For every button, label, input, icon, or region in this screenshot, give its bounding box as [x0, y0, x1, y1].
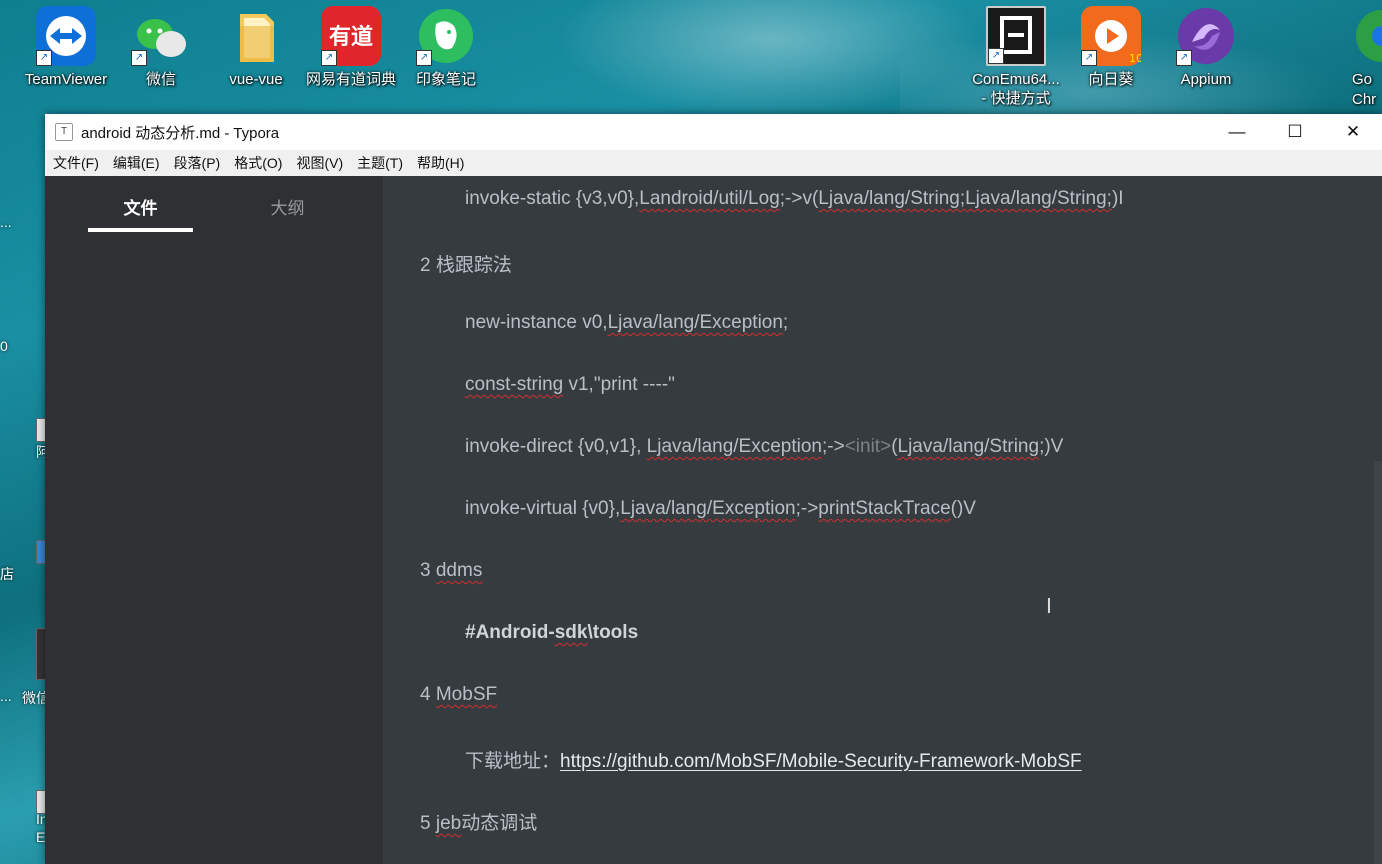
window-controls: — ☐ ✕	[1208, 114, 1382, 150]
shortcut-arrow-icon: ↗	[36, 50, 52, 66]
desktop-icon-conemu[interactable]: ↗ ConEmu64... - 快捷方式	[970, 6, 1062, 108]
folder-icon	[226, 6, 286, 66]
title-bar[interactable]: T android 动态分析.md - Typora — ☐ ✕	[45, 114, 1382, 150]
code-line[interactable]: invoke-static {v3,v0},Landroid/util/Log;…	[465, 188, 1124, 210]
evernote-icon: ↗	[416, 6, 476, 66]
menu-theme[interactable]: 主题(T)	[351, 153, 411, 173]
desktop-icon-label: vue-vue	[229, 71, 283, 88]
desktop-icon-label: TeamViewer	[24, 71, 108, 88]
code-line[interactable]: invoke-direct {v0,v1}, Ljava/lang/Except…	[465, 436, 1063, 458]
teamviewer-icon: ↗	[36, 6, 96, 66]
chrome-icon	[1352, 6, 1382, 66]
active-tab-indicator	[88, 228, 193, 232]
maximize-button[interactable]: ☐	[1266, 114, 1324, 150]
desktop-icon-teamviewer[interactable]: ↗ TeamViewer	[20, 6, 112, 89]
tab-outline[interactable]: 大纲	[235, 194, 340, 219]
heading-mobsf[interactable]: 4 MobSF	[420, 684, 497, 706]
heading-jeb[interactable]: 5 jeb动态调试	[420, 808, 537, 835]
desktop-icon-youdao[interactable]: 有道 ↗ 网易有道词典	[305, 6, 397, 89]
mobsf-link[interactable]: https://github.com/MobSF/Mobile-Security…	[560, 751, 1082, 772]
youdao-dict-icon: 有道 ↗	[321, 6, 381, 66]
desktop-icon-appium[interactable]: ↗ Appium	[1160, 6, 1252, 89]
shortcut-arrow-icon: ↗	[1176, 50, 1192, 66]
desktop-icon-label: 印象笔记	[415, 71, 476, 88]
menu-help[interactable]: 帮助(H)	[411, 153, 472, 173]
menu-format[interactable]: 格式(O)	[228, 153, 290, 173]
shortcut-arrow-icon: ↗	[988, 48, 1004, 64]
tab-files[interactable]: 文件	[88, 194, 193, 219]
shortcut-arrow-icon: ↗	[1081, 50, 1097, 66]
text-cursor-icon: Ι	[1046, 594, 1052, 618]
editor-pane[interactable]: invoke-static {v3,v0},Landroid/util/Log;…	[383, 176, 1382, 864]
desktop-icon-vue-vue[interactable]: vue-vue	[210, 6, 302, 89]
menu-view[interactable]: 视图(V)	[290, 153, 351, 173]
desktop-icon-label: Go Chr	[1352, 71, 1377, 108]
desktop-icon-wechat[interactable]: ↗ 微信	[115, 6, 207, 89]
heading-ddms[interactable]: 3 ddms	[420, 560, 482, 582]
desktop-icon-label: 网易有道词典	[305, 71, 396, 88]
desktop-fragment-label: 0	[0, 338, 8, 354]
sdk-path-line[interactable]: #Android-sdk\tools	[465, 622, 638, 644]
minimize-button[interactable]: —	[1208, 114, 1266, 150]
code-line[interactable]: new-instance v0,Ljava/lang/Exception;	[465, 312, 788, 334]
desktop-icon-chrome[interactable]: Go Chr	[1352, 6, 1382, 110]
wechat-icon: ↗	[131, 6, 191, 66]
menu-paragraph[interactable]: 段落(P)	[168, 153, 229, 173]
desktop-icon-label: 微信	[145, 71, 176, 88]
desktop-fragment-label: 店	[0, 566, 14, 582]
download-label: 下载地址：	[465, 751, 561, 772]
appium-icon: ↗	[1176, 6, 1236, 66]
download-line[interactable]: 下载地址：https://github.com/MobSF/Mobile-Sec…	[465, 746, 1082, 773]
desktop-icon-evernote[interactable]: ↗ 印象笔记	[400, 6, 492, 89]
sidebar: 文件 大纲	[45, 176, 383, 864]
desktop-icon-sunlogin[interactable]: 10 ↗ 向日葵	[1065, 6, 1157, 89]
desktop-icon-label: Appium	[1180, 71, 1232, 88]
sunlogin-icon: 10 ↗	[1081, 6, 1143, 66]
shortcut-arrow-icon: ↗	[416, 50, 432, 66]
scrollbar[interactable]	[1374, 461, 1382, 864]
code-line[interactable]: const-string v1,"print ----"	[465, 374, 675, 396]
desktop-icon-label: ConEmu64... - 快捷方式	[972, 71, 1060, 107]
desktop-icon-label: 向日葵	[1088, 71, 1134, 88]
shortcut-arrow-icon: ↗	[321, 50, 337, 66]
close-button[interactable]: ✕	[1324, 114, 1382, 150]
menu-file[interactable]: 文件(F)	[47, 153, 107, 173]
menu-edit[interactable]: 编辑(E)	[107, 153, 168, 173]
svg-text:10: 10	[1129, 52, 1141, 65]
code-line[interactable]: invoke-virtual {v0},Ljava/lang/Exception…	[465, 498, 976, 520]
conemu-icon: ↗	[986, 6, 1046, 66]
typora-app-icon: T	[55, 123, 73, 141]
shortcut-arrow-icon: ↗	[131, 50, 147, 66]
menu-bar: 文件(F) 编辑(E) 段落(P) 格式(O) 视图(V) 主题(T) 帮助(H…	[45, 150, 1382, 176]
desktop-fragment-label: ...	[0, 214, 12, 230]
heading-stack-trace[interactable]: 2 栈跟踪法	[420, 250, 512, 277]
svg-text:有道: 有道	[329, 24, 373, 50]
typora-window: T android 动态分析.md - Typora — ☐ ✕ 文件(F) 编…	[45, 114, 1382, 864]
window-title: android 动态分析.md - Typora	[81, 124, 280, 142]
